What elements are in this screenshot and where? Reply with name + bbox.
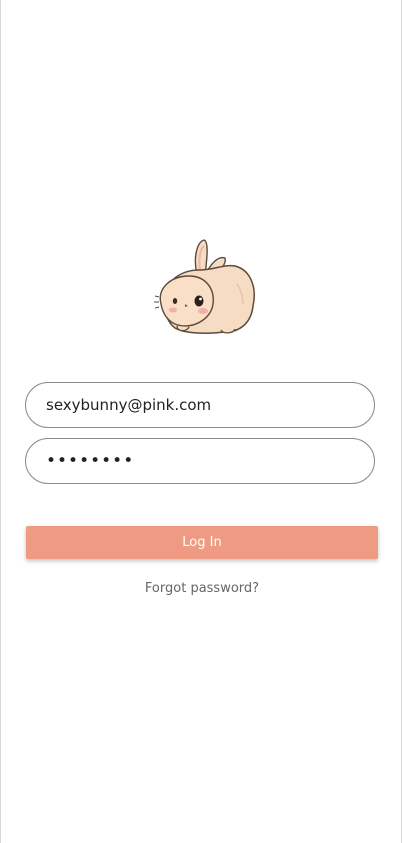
login-button[interactable]: Log In <box>26 526 378 559</box>
login-screen: Log In Forgot password? <box>0 0 402 843</box>
forgot-password-link[interactable]: Forgot password? <box>1 581 402 596</box>
password-field[interactable] <box>25 438 375 484</box>
bunny-icon <box>154 239 255 334</box>
email-field[interactable] <box>25 382 375 428</box>
